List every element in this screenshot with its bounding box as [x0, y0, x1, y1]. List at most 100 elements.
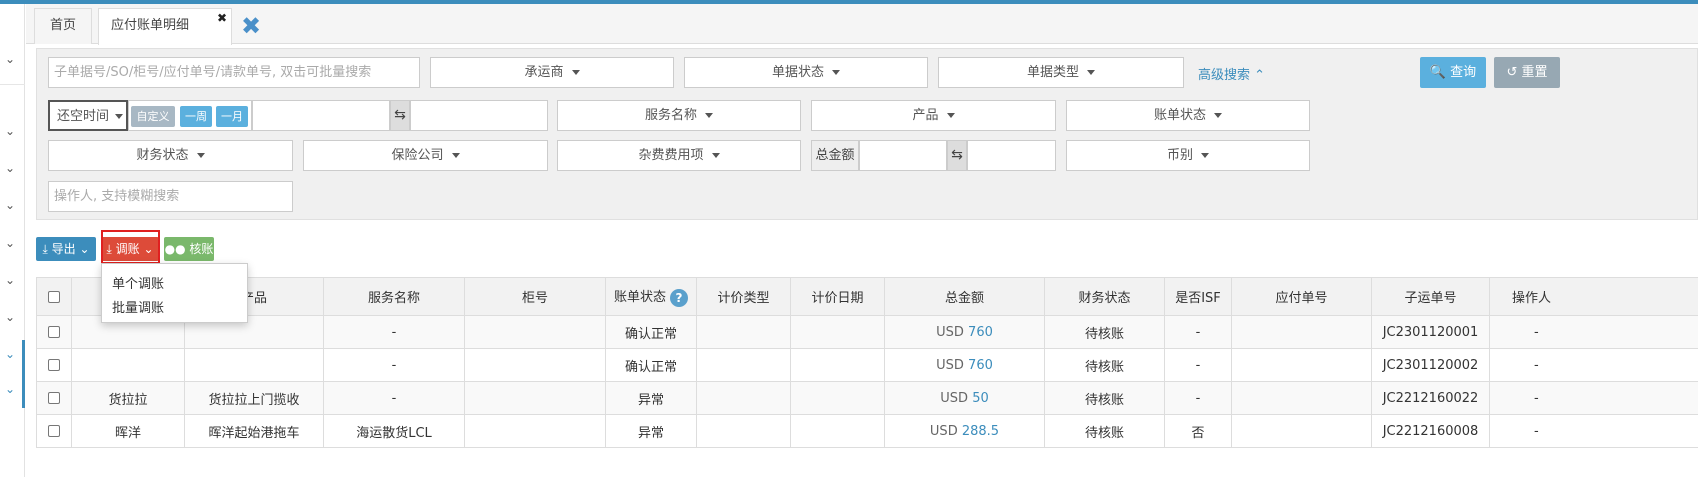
cell-currency: USD [936, 324, 964, 340]
time-type-label: 还空时间 [57, 109, 110, 124]
cell-pricing-date [790, 381, 885, 415]
cell-finance-status: 待核账 [1044, 414, 1165, 448]
insurance-label: 保险公司 [391, 148, 444, 163]
advanced-search-link[interactable]: 高级搜索 ⌃ [1198, 64, 1265, 83]
chevron-down-icon[interactable]: ⌄ [3, 273, 17, 287]
header-select-all[interactable] [36, 277, 72, 316]
export-button-label: 导出 [51, 242, 76, 256]
cell-sub-no: JC2212160022 [1371, 381, 1490, 415]
cell-finance-status: 待核账 [1044, 348, 1165, 382]
chevron-down-icon[interactable]: ⌄ [3, 347, 17, 361]
swap-icon[interactable]: ⇆ [947, 140, 967, 171]
cell-payable-no [1231, 315, 1372, 349]
undo-icon: ↺ [1506, 65, 1518, 80]
search-input[interactable]: 子单据号/SO/柜号/应付单号/请款单号, 双击可批量搜索 [48, 57, 420, 88]
checkbox[interactable] [48, 290, 60, 303]
cell-bill-status: 异常 [605, 381, 697, 415]
time-type-select[interactable]: 还空时间 [48, 100, 128, 131]
cell-currency: USD [940, 390, 969, 406]
finance-status-select[interactable]: 财务状态 [48, 140, 293, 171]
chevron-down-icon[interactable]: ⌄ [3, 382, 17, 396]
users-icon: ●● [164, 242, 186, 256]
swap-icon[interactable]: ⇆ [390, 100, 410, 131]
table-row[interactable]: 晖洋 晖洋起始港拖车 海运散货LCL 异常 USD 288.5 待核账 否 JC… [36, 414, 1698, 448]
close-all-tabs-icon[interactable]: ✖ [238, 13, 264, 39]
product-select[interactable]: 产品 [811, 100, 1056, 131]
doc-status-select[interactable]: 单据状态 [684, 57, 928, 88]
chevron-down-icon[interactable]: ⌄ [3, 124, 17, 138]
cell-carrier: 晖洋 [71, 414, 185, 448]
export-button[interactable]: ⤓ 导出 ⌄ [36, 237, 96, 261]
cell-container [464, 315, 606, 349]
close-icon[interactable]: ✖ [217, 1, 227, 35]
chevron-down-icon[interactable]: ⌄ [3, 52, 17, 66]
cell-payable-no [1231, 414, 1372, 448]
divider [0, 84, 25, 85]
row-select[interactable] [36, 315, 72, 349]
cell-total-amount: USD 760 [884, 348, 1045, 382]
one-month-button[interactable]: 一月 [216, 106, 248, 127]
cell-service: - [323, 315, 465, 349]
currency-select[interactable]: 币别 [1066, 140, 1310, 171]
header-sub-no: 子运单号 [1371, 277, 1490, 316]
chevron-down-icon[interactable]: ⌄ [3, 198, 17, 212]
payable-table: 产品 服务名称 柜号 账单状态? 计价类型 计价日期 总金额 财务状态 是否IS… [36, 277, 1698, 448]
tab-home[interactable]: 首页 [34, 8, 92, 44]
service-name-select[interactable]: 服务名称 [557, 100, 801, 131]
chevron-down-icon[interactable]: ⌄ [3, 310, 17, 324]
advanced-search-label: 高级搜索 [1198, 68, 1251, 83]
date-start-input[interactable] [252, 100, 390, 131]
caret-down-icon [451, 153, 460, 158]
header-bill-status-label: 账单状态 [613, 290, 666, 306]
amount-min-input[interactable] [859, 140, 947, 171]
menu-item-batch-adjust[interactable]: 批量调账 [112, 297, 164, 316]
currency-label: 币别 [1166, 148, 1193, 163]
cell-service: - [323, 381, 465, 415]
table-row[interactable]: - 确认正常 USD 760 待核账 - JC2301120002 - [36, 348, 1698, 382]
reset-button[interactable]: ↺ 重置 [1494, 57, 1560, 88]
header-payable-no: 应付单号 [1231, 277, 1372, 316]
date-end-input[interactable] [410, 100, 548, 131]
chevron-up-icon: ⌃ [1254, 68, 1266, 83]
caret-down-icon [705, 113, 713, 118]
cell-amount: 760 [968, 357, 993, 373]
one-week-button[interactable]: 一周 [180, 106, 212, 127]
amount-max-input[interactable] [967, 140, 1056, 171]
cell-carrier [71, 348, 185, 382]
carrier-select[interactable]: 承运商 [430, 57, 674, 88]
help-icon[interactable]: ? [670, 288, 688, 307]
cell-operator: - [1489, 414, 1698, 448]
service-name-label: 服务名称 [644, 108, 697, 123]
caret-down-icon [571, 70, 580, 75]
row-select[interactable] [36, 414, 72, 448]
operator-input[interactable]: 操作人, 支持模糊搜索 [48, 181, 293, 212]
checkbox[interactable] [48, 359, 60, 371]
table-row[interactable]: - 确认正常 USD 760 待核账 - JC2301120001 - [36, 315, 1698, 349]
chevron-down-icon[interactable]: ⌄ [3, 161, 17, 175]
tab-payable-detail[interactable]: 应付账单明细 ✖ [98, 8, 232, 45]
checkbox[interactable] [48, 326, 60, 338]
cell-isf: - [1164, 348, 1232, 382]
bill-status-label: 账单状态 [1153, 108, 1206, 123]
query-button[interactable]: 🔍 查询 [1420, 57, 1486, 88]
header-service-name: 服务名称 [323, 277, 465, 316]
download-icon: ⤓ [42, 242, 48, 256]
chevron-down-icon[interactable]: ⌄ [3, 236, 17, 250]
misc-fee-select[interactable]: 杂费费用项 [557, 140, 801, 171]
bill-status-select[interactable]: 账单状态 [1066, 100, 1310, 131]
row-select[interactable] [36, 348, 72, 382]
doc-type-select[interactable]: 单据类型 [938, 57, 1184, 88]
checkbox[interactable] [48, 392, 60, 404]
caret-down-icon [196, 153, 205, 158]
table-row[interactable]: 货拉拉 货拉拉上门揽收 - 异常 USD 50 待核账 - JC22121600… [36, 381, 1698, 415]
insurance-select[interactable]: 保险公司 [303, 140, 548, 171]
cell-pricing-type [696, 315, 791, 349]
menu-item-single-adjust[interactable]: 单个调账 [112, 273, 164, 292]
checkbox[interactable] [48, 425, 60, 437]
cell-sub-no-link[interactable]: JC2212160008 [1371, 414, 1490, 448]
carrier-select-label: 承运商 [524, 65, 564, 80]
active-indicator [22, 340, 25, 408]
row-select[interactable] [36, 381, 72, 415]
custom-range-button[interactable]: 自定义 [131, 106, 175, 127]
check-button[interactable]: ●● 核账 [164, 237, 214, 261]
